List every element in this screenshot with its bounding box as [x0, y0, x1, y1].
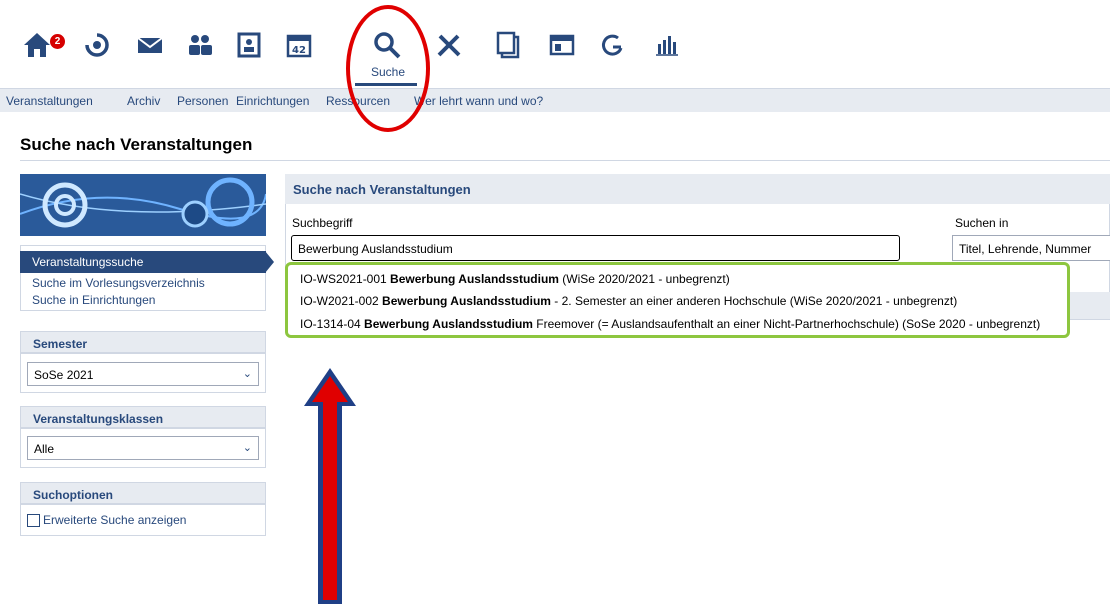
- search-panel-title: Suche nach Veranstaltungen: [285, 174, 1110, 204]
- search-scope-label: Suchen in: [955, 216, 1009, 230]
- course-classes-heading: Veranstaltungsklassen: [20, 406, 266, 428]
- suggestion-code: IO-1314-04: [300, 317, 365, 331]
- activity-icon[interactable]: [80, 28, 114, 62]
- mail-icon[interactable]: [133, 28, 167, 62]
- subnav-item-persons[interactable]: Personen: [177, 94, 228, 108]
- extended-search-checkbox[interactable]: [27, 514, 40, 527]
- top-navigation: 2 42 Suche: [0, 0, 1110, 90]
- subnav-item-who-teaches[interactable]: Wer lehrt wann und wo?: [414, 94, 543, 108]
- suggestion-details: - 2. Semester an einer anderen Hochschul…: [550, 294, 958, 308]
- search-input[interactable]: Bewerbung Auslandsstudium: [291, 235, 900, 261]
- sidebar-item-course-catalog[interactable]: Suche im Vorlesungsverzeichnis: [32, 276, 205, 290]
- course-classes-value: Alle: [34, 442, 55, 456]
- divider: [20, 160, 1110, 161]
- annotation-circle: [346, 5, 430, 132]
- statistics-icon[interactable]: [596, 28, 630, 62]
- search-options-heading: Suchoptionen: [20, 482, 266, 504]
- suggestion-item[interactable]: IO-W2021-002 Bewerbung Auslandsstudium -…: [300, 294, 957, 308]
- calendar-icon[interactable]: 42: [282, 28, 316, 62]
- profile-icon[interactable]: [232, 28, 266, 62]
- suggestion-details: Freemover (= Auslandsaufenthalt an einer…: [532, 317, 1041, 331]
- suggestion-code: IO-W2021-002: [300, 294, 383, 308]
- extended-search-label[interactable]: Erweiterte Suche anzeigen: [43, 513, 186, 527]
- subnav-item-courses[interactable]: Veranstaltungen: [6, 94, 93, 108]
- sidebar-banner-image: [20, 174, 266, 236]
- home-icon[interactable]: [20, 28, 54, 62]
- suggestion-title: Bewerbung Auslandsstudium: [382, 294, 551, 308]
- semester-heading: Semester: [20, 331, 266, 353]
- courses-icon[interactable]: [545, 28, 579, 62]
- autocomplete-suggestions: IO-WS2021-001 Bewerbung Auslandsstudium …: [285, 262, 1070, 338]
- course-classes-select[interactable]: Alle ⌄: [27, 436, 259, 460]
- semester-select[interactable]: SoSe 2021 ⌄: [27, 362, 259, 386]
- subnav-item-institutes[interactable]: Einrichtungen: [236, 94, 309, 108]
- sub-navigation: Veranstaltungen Archiv Personen Einricht…: [0, 88, 1110, 112]
- suggestion-title: Bewerbung Auslandsstudium: [390, 272, 559, 286]
- suggestion-item[interactable]: IO-1314-04 Bewerbung Auslandsstudium Fre…: [300, 317, 1040, 331]
- chevron-down-icon: ⌄: [242, 368, 252, 380]
- active-arrow: [265, 251, 274, 273]
- files-icon[interactable]: [490, 28, 524, 62]
- notification-badge: 2: [50, 34, 65, 49]
- annotation-arrow-up-icon: [304, 368, 356, 604]
- svg-text:42: 42: [292, 45, 306, 56]
- search-scope-select[interactable]: Titel, Lehrende, Nummer: [952, 235, 1110, 261]
- suggestion-code: IO-WS2021-001: [300, 272, 391, 286]
- suggestion-item[interactable]: IO-WS2021-001 Bewerbung Auslandsstudium …: [300, 272, 730, 286]
- chevron-down-icon: ⌄: [242, 442, 252, 454]
- suggestion-details: (WiSe 2020/2021 - unbegrenzt): [558, 272, 730, 286]
- community-icon[interactable]: [183, 28, 217, 62]
- suggestion-title: Bewerbung Auslandsstudium: [364, 317, 533, 331]
- chart-icon[interactable]: [650, 28, 684, 62]
- subnav-item-archive[interactable]: Archiv: [127, 94, 160, 108]
- sidebar-item-institute-search[interactable]: Suche in Einrichtungen: [32, 293, 155, 307]
- search-term-label: Suchbegriff: [292, 216, 353, 230]
- sidebar-item-course-search[interactable]: Veranstaltungssuche: [20, 251, 266, 273]
- semester-value: SoSe 2021: [34, 368, 94, 382]
- page-title: Suche nach Veranstaltungen: [20, 135, 253, 154]
- tools-icon[interactable]: [432, 28, 466, 62]
